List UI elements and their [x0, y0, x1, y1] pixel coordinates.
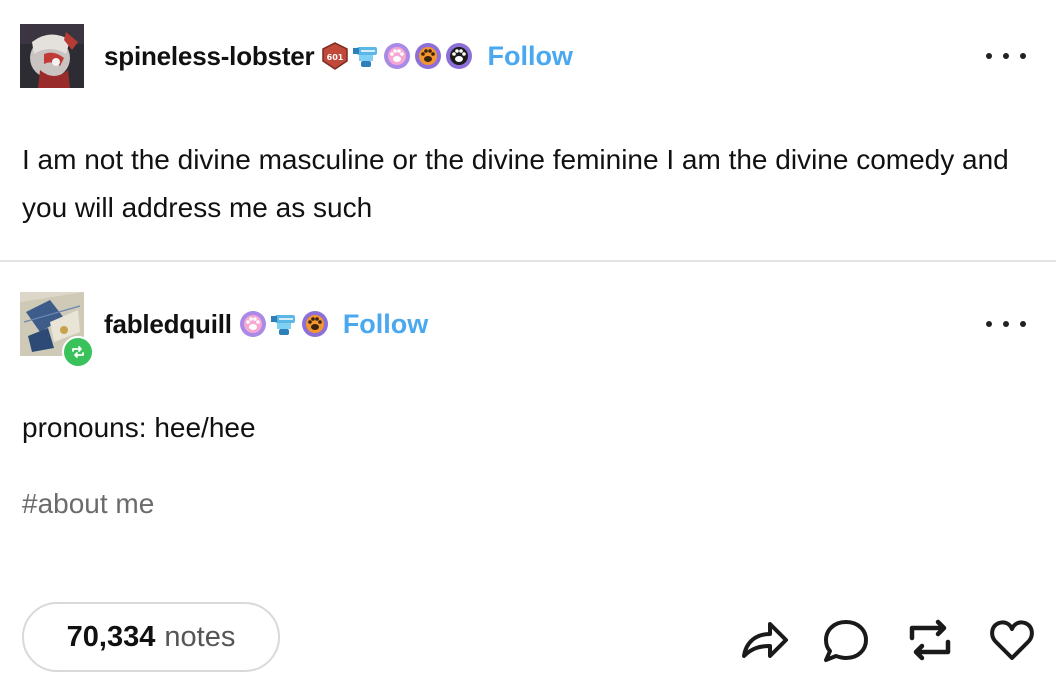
- dot: [1003, 53, 1009, 59]
- post-actions: [736, 612, 1041, 668]
- spineless-lobster-avatar[interactable]: [20, 24, 84, 88]
- reblog-divider: [0, 260, 1056, 262]
- reblog-username[interactable]: fabledquill: [104, 309, 232, 340]
- follow-spineless-lobster-button[interactable]: Follow: [487, 41, 572, 72]
- reblog-text: pronouns: hee/hee: [22, 412, 256, 443]
- original-username[interactable]: spineless-lobster: [104, 41, 315, 72]
- reblog-icon[interactable]: [902, 612, 958, 668]
- badge-paw-purple-icon[interactable]: [238, 309, 268, 339]
- like-icon[interactable]: [984, 612, 1040, 668]
- follow-fabledquill-button[interactable]: Follow: [343, 309, 428, 340]
- more-options-icon[interactable]: [986, 314, 1026, 334]
- badge-robot-icon[interactable]: [351, 41, 381, 71]
- dot: [986, 53, 992, 59]
- original-post-text: I am not the divine masculine or the div…: [22, 144, 1009, 223]
- reblog-header: fabledquill Follow: [20, 292, 428, 368]
- notes-button[interactable]: 70,334 notes: [22, 602, 280, 672]
- share-icon[interactable]: [736, 612, 792, 668]
- fabledquill-avatar[interactable]: [20, 292, 94, 368]
- svg-text:601: 601: [327, 53, 344, 62]
- notes-label: notes: [164, 620, 236, 653]
- dot: [1020, 53, 1026, 59]
- badge-paw-black-icon[interactable]: [444, 41, 474, 71]
- dot: [986, 321, 992, 327]
- original-badges: 601: [320, 41, 475, 71]
- dot: [1003, 321, 1009, 327]
- dot: [1020, 321, 1026, 327]
- more-options-icon[interactable]: [986, 46, 1026, 66]
- original-post-header: spineless-lobster 601 Follow: [20, 24, 573, 88]
- notes-count: 70,334: [66, 620, 156, 653]
- tag-link[interactable]: #about me: [22, 488, 154, 520]
- reblog-badge-icon: [62, 336, 94, 368]
- badge-paw-purple-icon[interactable]: [382, 41, 412, 71]
- badge-paw-orange-icon[interactable]: [413, 41, 443, 71]
- reply-icon[interactable]: [818, 612, 874, 668]
- badge-paw-orange-icon[interactable]: [300, 309, 330, 339]
- badge-shield-icon[interactable]: 601: [320, 41, 350, 71]
- reblog-badges: [238, 309, 331, 339]
- badge-robot-icon[interactable]: [269, 309, 299, 339]
